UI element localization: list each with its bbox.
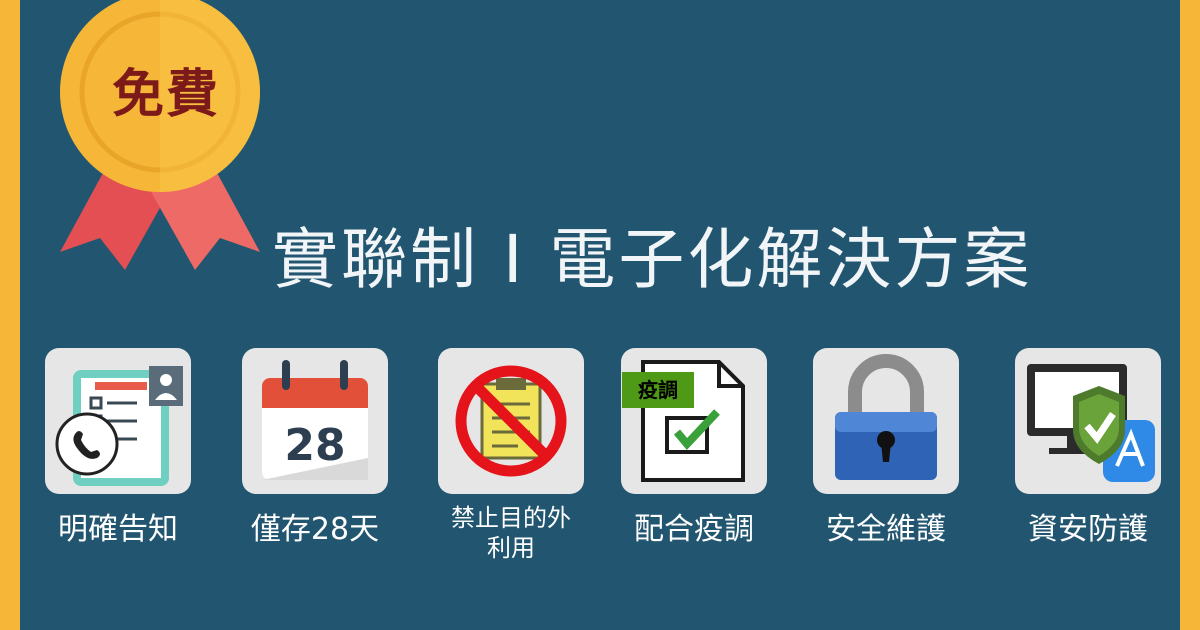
free-badge: 免費 [20,0,300,294]
feature-label-prohibited: 禁止目的外 利用 [451,504,571,562]
feature-label-infosec: 資安防護 [1028,512,1148,547]
feature-tile-infosec [1015,348,1161,494]
banner-canvas: 免費 實聯制 I 電子化解決方案 明確告知 28 僅存28天 禁止目的外 利用 … [20,0,1180,630]
feature-label-notice: 明確告知 [58,512,178,547]
page-title: 實聯制 I 電子化解決方案 [272,221,1033,298]
feature-label-security: 安全維護 [826,512,946,547]
feature-tile-epidemic: 疫調 [621,348,767,494]
epidemic-tag: 疫調 [638,378,678,402]
feature-label-retention: 僅存28天 [250,512,380,547]
calendar-day: 28 [284,420,345,471]
award-ribbon-icon [60,0,260,270]
feature-tile-notice [45,348,191,494]
feature-label-epidemic: 配合疫調 [634,512,754,547]
feature-tile-security [813,348,959,494]
secure-monitor-icon [1027,364,1155,482]
feature-tile-retention: 28 [242,348,388,494]
badge-text: 免費 [112,65,221,125]
checklist-phone-icon [55,366,183,486]
prohibited-document-icon [455,365,567,477]
calendar-icon: 28 [262,360,368,480]
epidemic-document-icon [622,360,745,482]
padlock-icon [835,354,937,480]
feature-tile-prohibited [438,348,584,494]
